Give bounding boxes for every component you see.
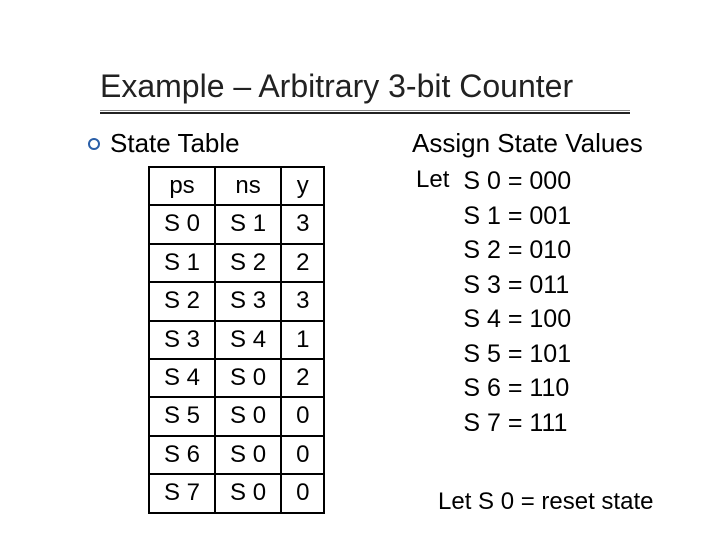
title-underline: [100, 108, 630, 114]
table-header-row: ps ns y: [149, 167, 324, 205]
table-row: S 4 S 0 2: [149, 359, 324, 397]
table-row: S 2 S 3 3: [149, 282, 324, 320]
bullet-state-table: State Table: [88, 128, 240, 159]
section-label: State Table: [110, 128, 240, 159]
table-row: S 1 S 2 2: [149, 244, 324, 282]
assign-list: S 0 = 000 S 1 = 001 S 2 = 010 S 3 = 011 …: [463, 164, 571, 440]
slide: Example – Arbitrary 3-bit Counter State …: [0, 0, 720, 540]
state-table: ps ns y S 0 S 1 3 S 1 S 2 2 S 2 S 3 3: [148, 166, 325, 514]
table-row: S 5 S 0 0: [149, 397, 324, 435]
table-row: S 6 S 0 0: [149, 436, 324, 474]
bullet-icon: [88, 138, 100, 150]
th-ns: ns: [215, 167, 281, 205]
table-row: S 0 S 1 3: [149, 205, 324, 243]
slide-title: Example – Arbitrary 3-bit Counter: [100, 68, 680, 105]
assign-block: Let S 0 = 000 S 1 = 001 S 2 = 010 S 3 = …: [416, 164, 571, 440]
assign-title: Assign State Values: [412, 128, 643, 159]
table-row: S 7 S 0 0: [149, 474, 324, 512]
th-ps: ps: [149, 167, 215, 205]
let-label: Let: [416, 164, 449, 440]
th-y: y: [281, 167, 324, 205]
table-row: S 3 S 4 1: [149, 321, 324, 359]
reset-note: Let S 0 = reset state: [438, 488, 653, 516]
